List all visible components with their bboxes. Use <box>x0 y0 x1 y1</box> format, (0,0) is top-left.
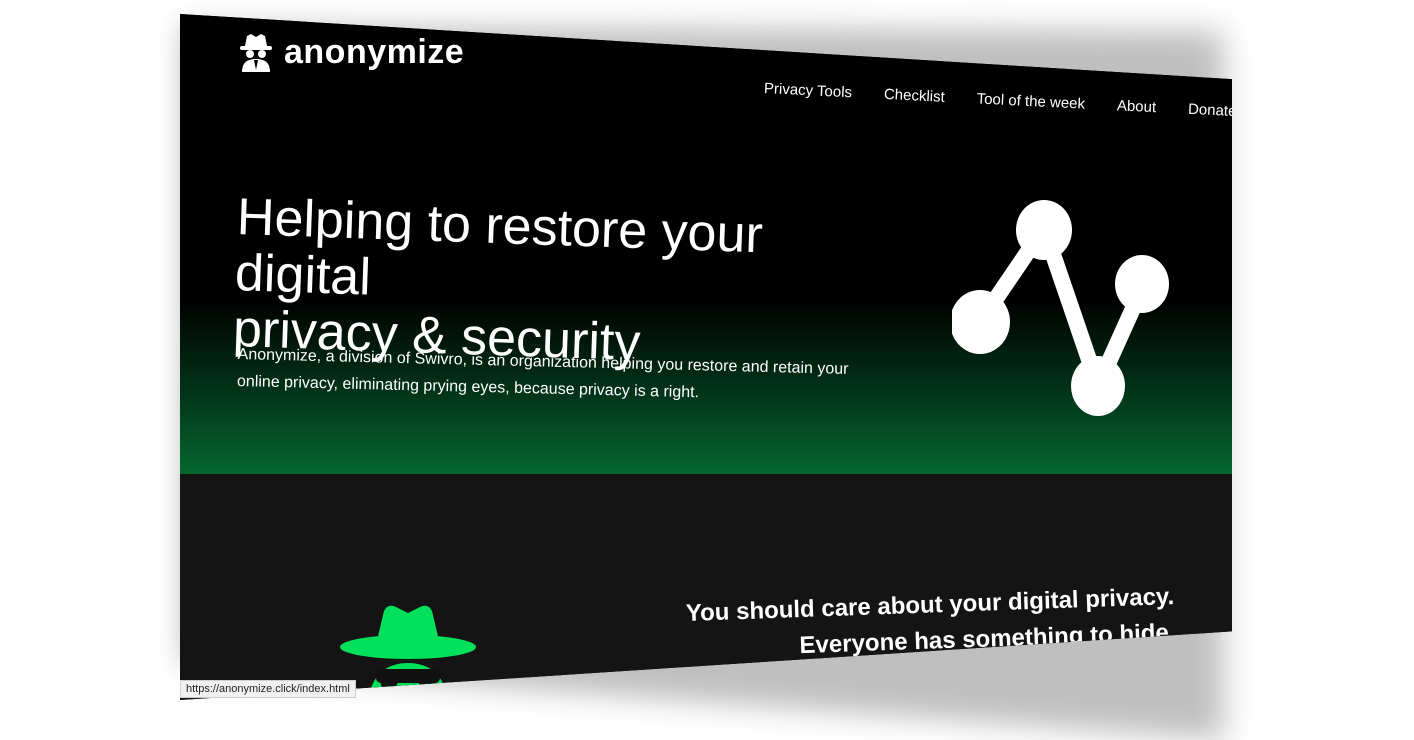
status-bar-url: https://anonymize.click/index.html <box>180 680 356 698</box>
browser-viewport: anonymize Privacy Tools Checklist Tool o… <box>180 14 1232 700</box>
nav-donate[interactable]: Donate <box>1188 101 1232 120</box>
spy-icon <box>240 34 272 72</box>
nav-about[interactable]: About <box>1117 97 1157 116</box>
share-network-icon <box>952 200 1169 416</box>
nav-checklist[interactable]: Checklist <box>884 86 946 106</box>
brand-name: anonymize <box>284 32 465 71</box>
spy-illustration-icon <box>340 605 476 700</box>
brand-logo[interactable]: anonymize <box>238 32 464 72</box>
hero-headline-line1: Helping to restore your digital <box>234 188 764 307</box>
